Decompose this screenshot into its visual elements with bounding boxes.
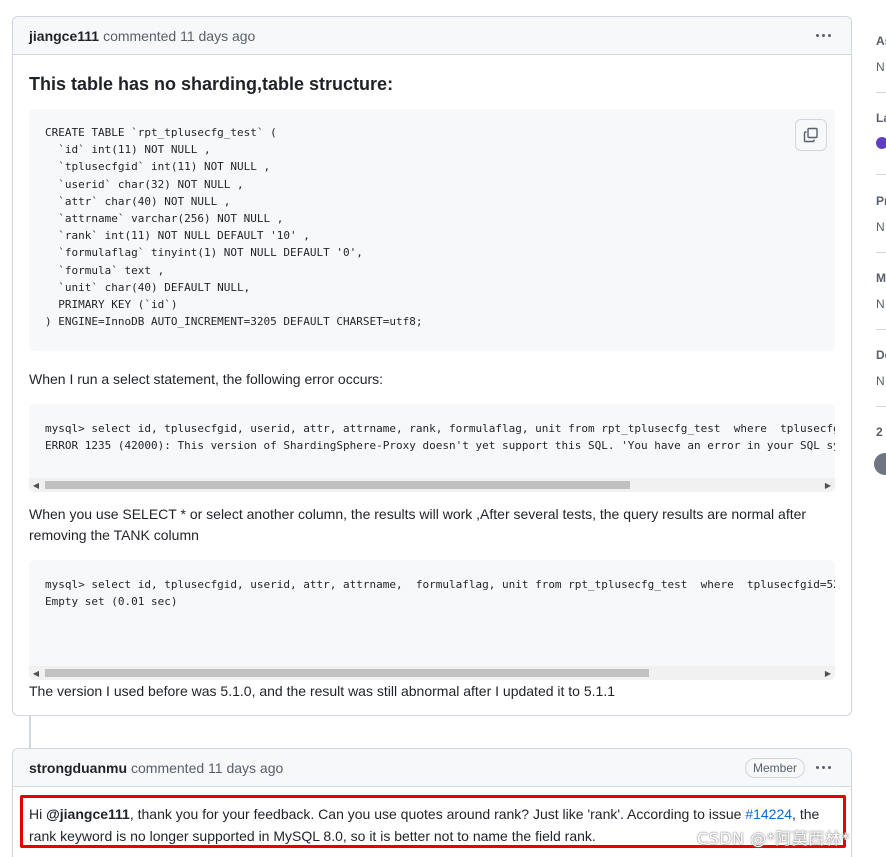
- comment-heading: This table has no sharding,table structu…: [29, 74, 394, 94]
- code-block-error: mysql> select id, tplusecfgid, userid, a…: [29, 404, 835, 492]
- scroll-right-arrow-icon[interactable]: ▶: [821, 666, 835, 680]
- sidebar-section-labels[interactable]: La: [876, 111, 886, 125]
- scrollbar-thumb[interactable]: [45, 481, 630, 489]
- sidebar-section-milestone[interactable]: M N: [876, 271, 886, 311]
- sidebar-divider: [876, 252, 886, 253]
- sidebar-title: De: [876, 348, 886, 362]
- code-block-create-table: CREATE TABLE `rpt_tplusecfg_test` ( `id`…: [29, 109, 835, 351]
- kebab-horizontal-icon[interactable]: [811, 758, 835, 778]
- scroll-right-arrow-icon[interactable]: ▶: [821, 478, 835, 492]
- sidebar-title: 2: [876, 425, 883, 439]
- code-text: CREATE TABLE `rpt_tplusecfg_test` ( `id`…: [45, 126, 423, 329]
- avatar[interactable]: [874, 453, 886, 475]
- copy-button[interactable]: [795, 119, 827, 151]
- code-block-ok: mysql> select id, tplusecfgid, userid, a…: [29, 560, 835, 680]
- sidebar-title: As: [876, 34, 886, 48]
- right-sidebar: As N La Pr N M N De N 2: [862, 16, 886, 476]
- watermark: CSDN @*阿莫西林*: [697, 829, 850, 848]
- sidebar-divider: [876, 329, 886, 330]
- sidebar-title: M: [876, 271, 886, 285]
- horizontal-scrollbar[interactable]: ◀ ▶: [29, 666, 835, 680]
- scrollbar-thumb[interactable]: [45, 669, 649, 677]
- sidebar-divider: [876, 92, 886, 93]
- paragraph-error-intro: When I run a select statement, the follo…: [29, 371, 384, 387]
- label-dot[interactable]: [876, 137, 886, 149]
- kebab-horizontal-icon[interactable]: [811, 26, 835, 46]
- sidebar-value: N: [876, 297, 885, 311]
- sidebar-divider: [876, 406, 886, 407]
- comment-timestamp[interactable]: commented 11 days ago: [131, 760, 283, 776]
- sidebar-title: Pr: [876, 194, 886, 208]
- paragraph-version: The version I used before was 5.1.0, and…: [29, 683, 615, 699]
- scroll-left-arrow-icon[interactable]: ◀: [29, 478, 43, 492]
- comment-header: jiangce111 commented 11 days ago: [13, 17, 851, 55]
- comment-author[interactable]: strongduanmu: [29, 760, 127, 776]
- code-text: mysql> select id, tplusecfgid, userid, a…: [45, 422, 835, 453]
- comment-author[interactable]: jiangce111: [29, 28, 99, 44]
- code-text: mysql> select id, tplusecfgid, userid, a…: [45, 578, 835, 609]
- comment-timestamp[interactable]: commented 11 days ago: [103, 28, 255, 44]
- sidebar-section-assignees[interactable]: As N: [876, 34, 886, 74]
- comment-jiangce111: jiangce111 commented 11 days ago This ta…: [12, 16, 852, 716]
- sidebar-value: N: [876, 374, 885, 388]
- paragraph-select-note: When you use SELECT * or select another …: [29, 506, 807, 543]
- scroll-left-arrow-icon[interactable]: ◀: [29, 666, 43, 680]
- sidebar-divider: [876, 174, 886, 175]
- sidebar-value: N: [876, 60, 885, 74]
- horizontal-scrollbar[interactable]: ◀ ▶: [29, 478, 835, 492]
- sidebar-section-development[interactable]: De N: [876, 348, 886, 388]
- timeline-connector: [29, 716, 31, 748]
- member-badge: Member: [744, 757, 805, 778]
- sidebar-section-participants[interactable]: 2: [876, 425, 886, 439]
- sidebar-value: N: [876, 220, 885, 234]
- sidebar-section-projects[interactable]: Pr N: [876, 194, 886, 234]
- sidebar-title: La: [876, 111, 886, 125]
- copy-icon: [803, 127, 818, 143]
- comment-header: strongduanmu commented 11 days ago Membe…: [13, 749, 851, 787]
